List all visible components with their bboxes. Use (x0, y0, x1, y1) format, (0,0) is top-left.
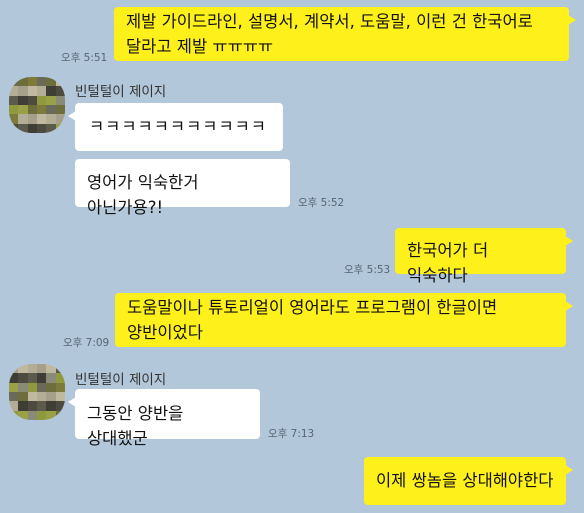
avatar-pixel (18, 410, 28, 420)
my-message-bubble[interactable]: 도움말이나 튜토리얼이 영어라도 프로그램이 한글이면 양반이었다 (115, 293, 573, 347)
avatar-pixel (36, 391, 47, 402)
avatar-pixel (27, 391, 37, 402)
avatar-pixel (27, 410, 37, 420)
avatar-pixel (36, 373, 47, 383)
avatar-pixel (36, 401, 47, 411)
avatar-pixel (55, 123, 65, 133)
avatar-pixel (9, 382, 19, 392)
avatar-pixel (36, 123, 47, 133)
avatar-pixel (36, 86, 47, 96)
avatar-pixel (9, 104, 19, 115)
avatar-pixel (9, 77, 19, 87)
avatar-pixel (9, 95, 19, 105)
avatar-pixel (55, 373, 65, 383)
avatar-pixel (46, 95, 56, 105)
contact-name: 빈털털이 제이지 (75, 372, 167, 388)
avatar-pixel (36, 382, 47, 392)
avatar-pixel (27, 373, 37, 383)
avatar-pixel (18, 373, 28, 383)
avatar-pixel (18, 104, 28, 115)
avatar-pixel (9, 373, 19, 383)
avatar-pixel (36, 104, 47, 115)
chat-window: 오후 5:51 제발 가이드라인, 설명서, 계약서, 도움말, 이런 건 한국… (0, 0, 584, 513)
avatar-pixel (46, 401, 56, 411)
avatar-pixel (46, 104, 56, 115)
avatar-pixel (46, 77, 56, 87)
avatar-pixel (9, 114, 19, 124)
avatar-pixel (9, 410, 19, 420)
avatar-pixel (36, 77, 47, 87)
my-message-bubble[interactable]: 이제 쌍놈을 상대해야한다 (364, 457, 573, 505)
avatar-pixel (18, 114, 28, 124)
contact-avatar-icon[interactable] (9, 364, 65, 420)
avatar-pixel (36, 410, 47, 420)
avatar-pixel (46, 123, 56, 133)
avatar-pixel (46, 391, 56, 402)
avatar-pixel (55, 382, 65, 392)
contact-name: 빈털털이 제이지 (75, 84, 167, 100)
avatar-pixel (18, 86, 28, 96)
avatar-pixel (9, 364, 19, 374)
their-message-bubble[interactable]: 그동안 양반을 상대했군 (68, 389, 260, 448)
contact-avatar-icon[interactable] (9, 77, 65, 133)
avatar-pixel (18, 123, 28, 133)
avatar-pixel (9, 86, 19, 96)
avatar-pixel (27, 95, 37, 105)
avatar-pixel (46, 114, 56, 124)
avatar-pixel (27, 382, 37, 392)
avatar-pixel (46, 373, 56, 383)
avatar-pixel (55, 77, 65, 87)
avatar-pixel (27, 401, 37, 411)
avatar-pixel (36, 114, 47, 124)
message-time: 오후 5:53 (344, 264, 391, 276)
avatar-pixel (18, 382, 28, 392)
avatar-pixel (36, 364, 47, 374)
avatar-pixel (55, 401, 65, 411)
avatar-pixel (27, 114, 37, 124)
avatar-pixel (9, 391, 19, 402)
avatar-pixel (55, 391, 65, 402)
avatar-pixel (27, 77, 37, 87)
their-message-bubble[interactable]: 영어가 익숙한거 아닌가용?! (75, 159, 290, 217)
message-time: 오후 7:13 (268, 428, 315, 440)
avatar-pixel (18, 401, 28, 411)
message-time: 오후 7:09 (63, 337, 110, 349)
avatar-pixel (46, 382, 56, 392)
avatar-pixel (9, 123, 19, 133)
avatar-pixel (46, 410, 56, 420)
avatar-pixel (55, 410, 65, 420)
avatar-pixel (55, 364, 65, 374)
avatar-pixel (27, 364, 37, 374)
avatar-pixel (46, 364, 56, 374)
message-time: 오후 5:51 (61, 52, 108, 64)
avatar-pixel (18, 364, 28, 374)
avatar-pixel (18, 77, 28, 87)
avatar-pixel (27, 86, 37, 96)
their-message-bubble[interactable]: ㅋㅋㅋㅋㅋㅋㅋㅋㅋㅋㅋ (68, 103, 283, 151)
avatar-pixel (55, 104, 65, 115)
avatar-pixel (46, 86, 56, 96)
avatar-pixel (36, 95, 47, 105)
avatar-pixel (55, 86, 65, 96)
avatar-pixel (27, 104, 37, 115)
avatar-pixel (18, 95, 28, 105)
my-message-bubble[interactable]: 한국어가 더 익숙하다 (395, 228, 573, 285)
message-time: 오후 5:52 (298, 197, 345, 209)
avatar-pixel (27, 123, 37, 133)
avatar-pixel (9, 401, 19, 411)
avatar-pixel (55, 114, 65, 124)
my-message-bubble[interactable]: 제발 가이드라인, 설명서, 계약서, 도움말, 이런 건 한국어로 달라고 제… (114, 7, 576, 61)
avatar-pixel (18, 391, 28, 402)
avatar-pixel (55, 95, 65, 105)
